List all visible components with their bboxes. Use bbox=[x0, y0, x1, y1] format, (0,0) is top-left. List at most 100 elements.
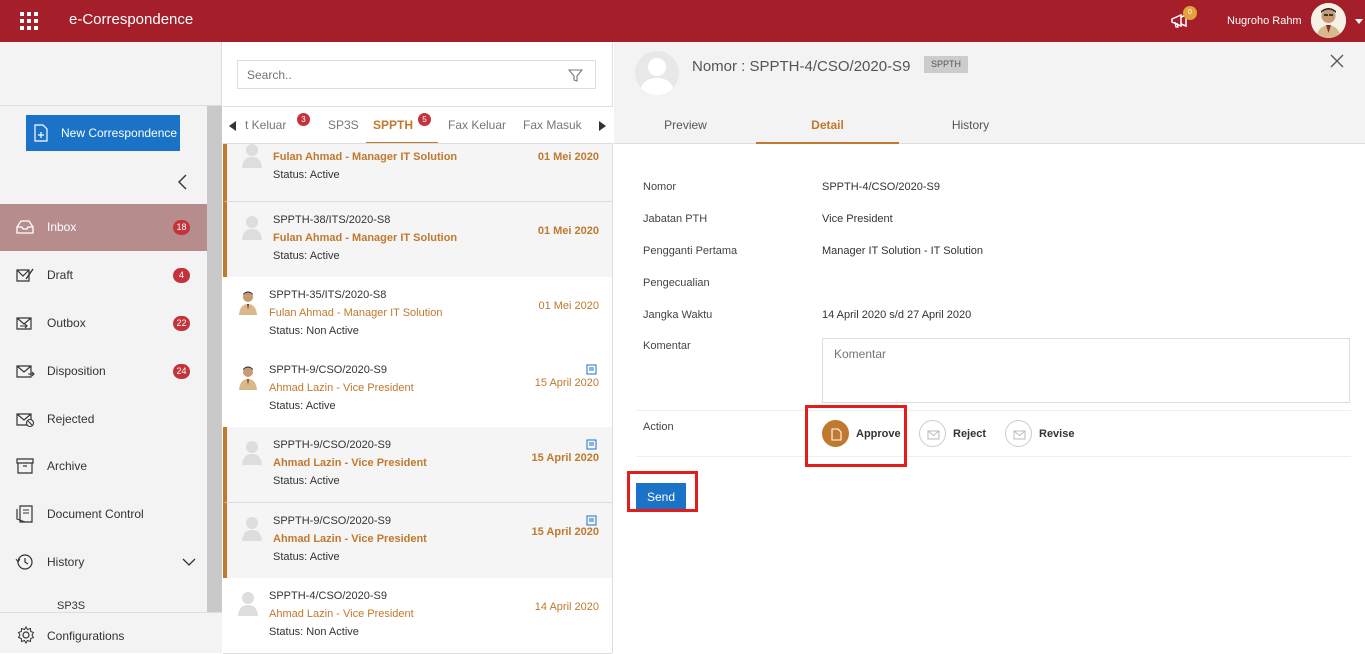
sidebar-item-label: History bbox=[47, 555, 85, 569]
chevron-down-icon[interactable] bbox=[182, 555, 196, 569]
list-item-date: 15 April 2020 bbox=[531, 526, 599, 538]
sidebar: New Correspondence Inbox 18 Draft 4 Outb… bbox=[0, 42, 222, 653]
tabs-scroll-left-icon[interactable] bbox=[223, 107, 245, 143]
field-value: Manager IT Solution - IT Solution bbox=[822, 245, 984, 257]
attachment-icon bbox=[586, 364, 597, 375]
sidebar-subitem-sp3s[interactable]: SP3S bbox=[57, 600, 85, 612]
sidebar-item-history[interactable]: History bbox=[0, 539, 207, 586]
list-item-date: 14 April 2020 bbox=[534, 601, 599, 613]
detail-header: Nomor : SPPTH-4/CSO/2020-S9 SPPTH bbox=[614, 42, 1365, 106]
tabs-scroll-right-icon[interactable] bbox=[591, 107, 613, 143]
tab-fax-keluar[interactable]: Fax Keluar bbox=[448, 107, 506, 143]
type-badge: SPPTH bbox=[924, 56, 969, 73]
tab-sppth[interactable]: SPPTH 5 bbox=[366, 107, 438, 143]
search-box bbox=[237, 60, 596, 89]
attachment-icon bbox=[586, 439, 597, 450]
attachment-icon bbox=[586, 515, 597, 526]
list-item[interactable]: Fulan Ahmad - Manager IT Solution Status… bbox=[223, 144, 612, 202]
tab-count-badge: 3 bbox=[297, 113, 310, 126]
list-item-date: 01 Mei 2020 bbox=[537, 151, 599, 163]
sidebar-item-draft[interactable]: Draft 4 bbox=[0, 252, 207, 299]
user-name[interactable]: Nugroho Rahm bbox=[1227, 15, 1302, 27]
inbox-icon bbox=[16, 220, 34, 234]
tab-sp3s[interactable]: SP3S bbox=[328, 107, 359, 143]
field-pengecualian: Pengecualian bbox=[636, 267, 1351, 299]
reject-radio bbox=[919, 420, 946, 447]
default-avatar-icon bbox=[242, 144, 262, 168]
new-document-icon bbox=[34, 124, 48, 142]
tab-fax-masuk[interactable]: Fax Masuk bbox=[523, 107, 582, 143]
filter-icon[interactable] bbox=[568, 68, 583, 83]
field-value: Vice President bbox=[822, 213, 893, 225]
field-value: SPPTH-4/CSO/2020-S9 bbox=[822, 181, 940, 193]
configurations-label: Configurations bbox=[47, 629, 125, 643]
sidebar-item-configurations[interactable]: Configurations bbox=[0, 612, 222, 653]
tab-surat-keluar[interactable]: t Keluar 3 bbox=[245, 107, 310, 143]
user-menu-caret-icon[interactable] bbox=[1355, 19, 1363, 24]
history-clock-icon bbox=[15, 554, 33, 570]
tab-history[interactable]: History bbox=[899, 106, 1042, 144]
tab-label: t Keluar bbox=[245, 118, 287, 132]
tab-preview[interactable]: Preview bbox=[614, 106, 757, 144]
list-item[interactable]: SPPTH-9/CSO/2020-S9 Ahmad Lazin - Vice P… bbox=[223, 352, 612, 428]
sender-photo-avatar bbox=[239, 366, 257, 390]
new-correspondence-label: New Correspondence bbox=[61, 126, 178, 140]
list-item-sender: Ahmad Lazin - Vice President bbox=[269, 382, 414, 394]
sidebar-item-rejected[interactable]: Rejected bbox=[0, 396, 207, 443]
field-value: 14 April 2020 s/d 27 April 2020 bbox=[822, 309, 972, 321]
reject-label: Reject bbox=[953, 428, 987, 440]
list-item-status: Status: Active bbox=[273, 250, 340, 262]
sidebar-item-document-control[interactable]: Document Control bbox=[0, 491, 207, 538]
envelope-icon bbox=[1013, 430, 1026, 440]
list-item-title: SPPTH-9/CSO/2020-S9 bbox=[273, 515, 391, 527]
list-item-title: SPPTH-4/CSO/2020-S9 bbox=[269, 590, 387, 602]
tab-count-badge: 5 bbox=[418, 113, 431, 126]
search-input[interactable] bbox=[238, 61, 558, 88]
list-item-sender: Ahmad Lazin - Vice President bbox=[273, 533, 427, 545]
default-avatar-icon bbox=[238, 592, 258, 616]
new-correspondence-button[interactable]: New Correspondence bbox=[26, 115, 180, 151]
comment-textarea[interactable] bbox=[822, 338, 1350, 403]
list-item[interactable]: SPPTH-9/CSO/2020-S9 Ahmad Lazin - Vice P… bbox=[223, 503, 612, 579]
sidebar-item-label: Inbox bbox=[47, 220, 77, 234]
correspondence-list-pane: t Keluar 3 SP3S SPPTH 5 Fax Keluar Fax M… bbox=[223, 42, 613, 654]
field-jabatan-pth: Jabatan PTH Vice President bbox=[636, 203, 1351, 235]
list-item[interactable]: SPPTH-4/CSO/2020-S9 Ahmad Lazin - Vice P… bbox=[223, 578, 612, 654]
send-highlight-box bbox=[627, 471, 698, 512]
list-item-sender: Ahmad Lazin - Vice President bbox=[269, 608, 414, 620]
top-bar: e-Correspondence 0 Nugroho Rahm bbox=[0, 0, 1365, 42]
list-item-status: Status: Non Active bbox=[269, 626, 359, 638]
list-item-date: 01 Mei 2020 bbox=[537, 225, 599, 237]
notification-badge: 0 bbox=[1183, 6, 1197, 20]
sidebar-item-label: Document Control bbox=[47, 507, 144, 521]
detail-pane: Nomor : SPPTH-4/CSO/2020-S9 SPPTH Previe… bbox=[614, 42, 1365, 653]
gear-icon bbox=[17, 626, 35, 644]
disposition-count-badge: 24 bbox=[173, 364, 190, 379]
category-tabs: t Keluar 3 SP3S SPPTH 5 Fax Keluar Fax M… bbox=[223, 106, 613, 144]
outbox-icon bbox=[16, 317, 32, 330]
list-item-status: Status: Active bbox=[273, 169, 340, 181]
tab-detail[interactable]: Detail bbox=[756, 106, 899, 144]
sidebar-item-inbox[interactable]: Inbox 18 bbox=[0, 204, 207, 251]
close-icon[interactable] bbox=[1330, 54, 1344, 68]
list-item-sender: Fulan Ahmad - Manager IT Solution bbox=[273, 232, 458, 244]
default-avatar-icon bbox=[242, 216, 262, 240]
revise-radio bbox=[1005, 420, 1032, 447]
list-item[interactable]: SPPTH-9/CSO/2020-S9 Ahmad Lazin - Vice P… bbox=[223, 427, 612, 503]
list-item-status: Status: Active bbox=[273, 551, 340, 563]
user-avatar[interactable] bbox=[1311, 3, 1346, 38]
app-grid-icon[interactable] bbox=[20, 12, 38, 30]
list-item[interactable]: SPPTH-38/ITS/2020-S8 Fulan Ahmad - Manag… bbox=[223, 202, 612, 278]
collapse-sidebar-chevron-icon[interactable] bbox=[176, 174, 190, 190]
sidebar-item-label: Rejected bbox=[47, 412, 95, 426]
sidebar-item-archive[interactable]: Archive bbox=[0, 443, 207, 490]
sidebar-item-disposition[interactable]: Disposition 24 bbox=[0, 348, 207, 395]
list-item[interactable]: SPPTH-35/ITS/2020-S8 Fulan Ahmad - Manag… bbox=[223, 277, 612, 353]
sidebar-header bbox=[0, 42, 222, 106]
field-label: Pengganti Pertama bbox=[643, 245, 738, 257]
sidebar-item-outbox[interactable]: Outbox 22 bbox=[0, 300, 207, 347]
outbox-count-badge: 22 bbox=[173, 316, 190, 331]
field-label: Action bbox=[643, 421, 674, 433]
tab-label: Fax Masuk bbox=[523, 118, 582, 132]
sidebar-scrollbar[interactable] bbox=[207, 106, 222, 612]
